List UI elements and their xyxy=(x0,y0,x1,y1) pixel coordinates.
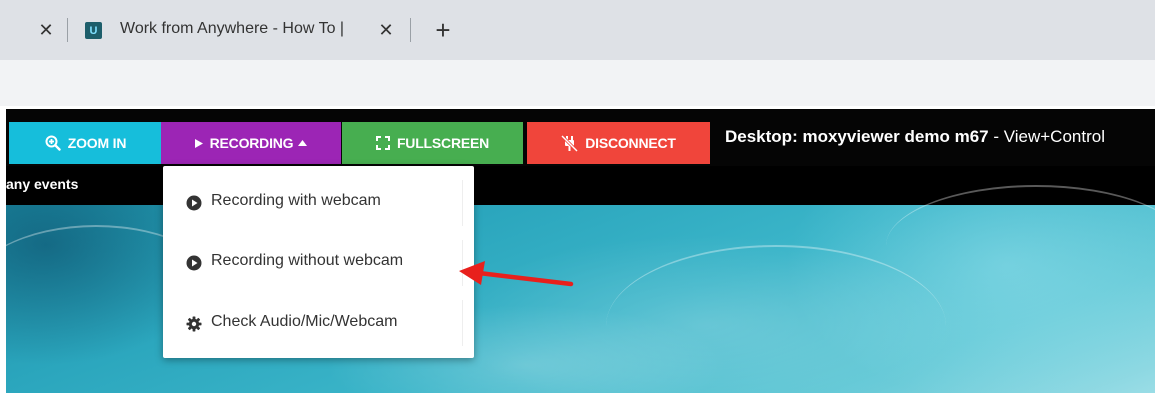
zoom-in-label: ZOOM IN xyxy=(67,135,127,151)
tab-separator xyxy=(67,18,68,42)
zoom-in-icon xyxy=(45,135,61,151)
events-text: any events xyxy=(6,176,79,192)
browser-tab-strip: ✕ U Work from Anywhere - How To | ✕ + xyxy=(0,0,1155,60)
expand-icon xyxy=(375,136,390,150)
menu-item-check-audio-mic-webcam[interactable]: Check Audio/Mic/Webcam xyxy=(163,294,463,354)
desktop-title: Desktop: moxyviewer demo m67 xyxy=(725,127,989,146)
menu-divider xyxy=(462,300,463,346)
active-tab-close-icon[interactable]: ✕ xyxy=(376,20,396,40)
menu-item-label: Recording with webcam xyxy=(211,192,381,209)
site-favicon-icon: U xyxy=(85,22,102,39)
disconnect-button[interactable]: DISCONNECT xyxy=(527,122,710,164)
active-tab-title[interactable]: Work from Anywhere - How To | xyxy=(120,20,360,42)
previous-tab-close-icon[interactable]: ✕ xyxy=(36,20,56,40)
desktop-mode: - View+Control xyxy=(988,127,1105,146)
menu-divider xyxy=(462,180,463,226)
menu-item-recording-with-webcam[interactable]: Recording with webcam xyxy=(163,173,463,233)
viewer-toolbar: ZOOM IN RECORDING FULLSCREEN DISCONNECT … xyxy=(6,109,1155,166)
desktop-status: Desktop: moxyviewer demo m67 - View+Cont… xyxy=(725,127,1105,151)
zoom-in-button[interactable]: ZOOM IN xyxy=(9,122,162,164)
favicon-letter: U xyxy=(89,24,98,37)
play-icon xyxy=(194,138,203,148)
gear-icon xyxy=(186,316,202,332)
recording-dropdown-menu: Recording with webcam Recording without … xyxy=(163,166,474,358)
browser-address-bar[interactable] xyxy=(0,60,1155,106)
fullscreen-button[interactable]: FULLSCREEN xyxy=(342,122,523,164)
menu-item-label: Recording without webcam xyxy=(211,252,404,269)
unplug-icon xyxy=(561,134,579,152)
play-circle-icon xyxy=(186,255,202,271)
menu-item-label: Check Audio/Mic/Webcam xyxy=(211,313,398,330)
caret-up-icon xyxy=(298,140,308,146)
recording-label: RECORDING xyxy=(209,135,294,151)
fullscreen-label: FULLSCREEN xyxy=(396,135,490,151)
menu-item-recording-without-webcam[interactable]: Recording without webcam xyxy=(163,233,463,293)
new-tab-button[interactable]: + xyxy=(430,15,456,45)
recording-button[interactable]: RECORDING xyxy=(161,122,341,164)
wallpaper-wave xyxy=(606,245,946,407)
annotation-arrow-icon xyxy=(459,261,574,287)
play-circle-icon xyxy=(186,195,202,211)
disconnect-label: DISCONNECT xyxy=(585,135,676,151)
tab-separator xyxy=(410,18,411,42)
